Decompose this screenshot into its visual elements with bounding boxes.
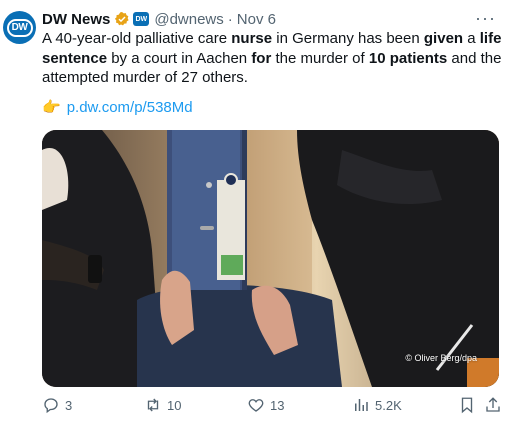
tweet-text-segment: by a court in Aachen — [107, 49, 252, 67]
like-count: 13 — [270, 397, 285, 413]
views-count: 5.2K — [375, 397, 402, 413]
tweet-text-bold: given — [423, 30, 464, 47]
like-icon — [248, 399, 264, 412]
like-button[interactable]: 13 — [247, 396, 284, 414]
share-button[interactable] — [484, 396, 507, 414]
avatar-logo: DW — [6, 18, 33, 37]
pointing-hand-icon: 👉 — [42, 99, 61, 116]
bookmark-button[interactable] — [458, 396, 481, 414]
repost-count: 10 — [167, 397, 182, 413]
share-icon — [486, 397, 500, 412]
tweet-image[interactable]: © Oliver Berg/dpa — [42, 130, 499, 387]
reply-button[interactable]: 3 — [42, 396, 72, 414]
tweet-text-segment: in Germany has been — [272, 30, 424, 47]
tweet-text-segment: A 40-year-old palliative care — [42, 30, 232, 47]
tweet-text-bold: nurse — [231, 30, 273, 47]
tweet-text-bold: 10 patients — [368, 49, 448, 67]
article-link-text[interactable]: p.dw.com/p/538Md — [67, 99, 193, 116]
author-handle[interactable]: @dwnews — [154, 11, 223, 28]
tweet-header: DW News DW @dwnews · Nov 6 — [42, 9, 276, 29]
action-bar: 3 10 13 5.2K — [42, 396, 502, 416]
repost-button[interactable]: 10 — [144, 396, 181, 414]
tweet-text-bold: for — [251, 49, 272, 67]
tweet-text-segment: a — [463, 30, 480, 47]
repost-icon — [147, 398, 159, 412]
bookmark-icon — [461, 397, 473, 414]
reply-count: 3 — [65, 397, 73, 413]
tweet-text: A 40-year-old palliative care nurse in G… — [42, 29, 502, 88]
views-button[interactable]: 5.2K — [352, 396, 402, 414]
article-link[interactable]: 👉 p.dw.com/p/538Md — [42, 98, 193, 117]
avatar[interactable]: DW — [3, 11, 36, 44]
verified-badge-icon — [115, 12, 129, 26]
affiliate-badge: DW — [133, 12, 150, 26]
reply-icon — [44, 398, 58, 414]
tweet-text-segment: the murder of — [271, 49, 369, 67]
more-icon[interactable]: ··· — [475, 8, 496, 29]
views-icon — [355, 399, 368, 411]
photo-illustration — [42, 130, 499, 387]
photo-credit: © Oliver Berg/dpa — [405, 353, 477, 363]
author-name[interactable]: DW News — [42, 11, 110, 28]
separator-dot: · — [227, 10, 233, 28]
post-date[interactable]: Nov 6 — [237, 11, 276, 28]
